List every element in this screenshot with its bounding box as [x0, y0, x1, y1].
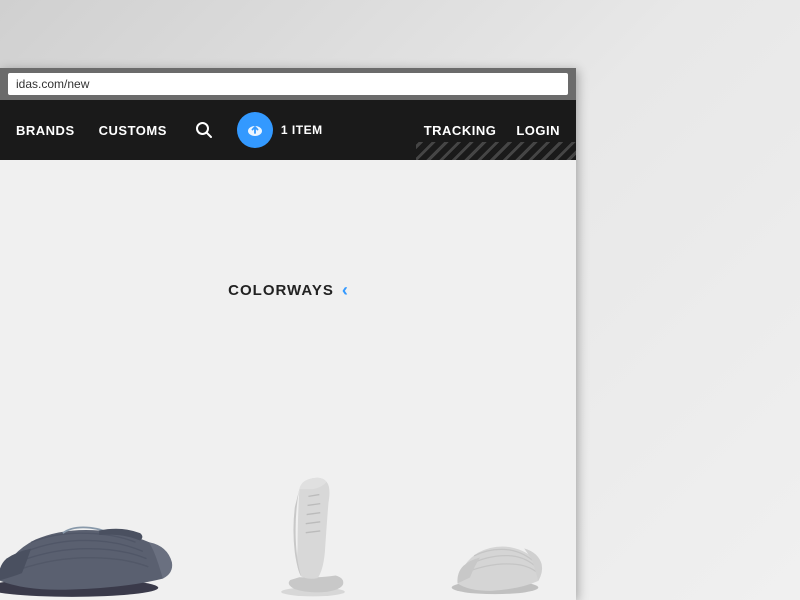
- colorways-label: COLORWAYS: [228, 282, 334, 299]
- shoe-item-right: [445, 500, 545, 600]
- cart-button[interactable]: 1 ITEM: [237, 112, 323, 148]
- shoe-item-middle: [263, 460, 363, 600]
- shoe-item-left: [0, 470, 181, 600]
- shoes-row: [0, 440, 576, 600]
- cart-count-label: 1 ITEM: [281, 123, 323, 137]
- main-content: COLORWAYS ‹: [0, 160, 576, 600]
- colorways-chevron-icon: ‹: [342, 280, 348, 301]
- nav-right-links: TRACKING LOGIN: [424, 123, 560, 138]
- browser-toolbar: [0, 68, 576, 100]
- search-button[interactable]: [195, 121, 213, 139]
- nav-bar: BRANDS CUSTOMS 1 ITEM TRACKING LOGIN: [0, 100, 576, 160]
- address-bar[interactable]: [8, 73, 568, 95]
- tracking-nav-link[interactable]: TRACKING: [424, 123, 497, 138]
- browser-window: BRANDS CUSTOMS 1 ITEM TRACKING LOGIN: [0, 68, 576, 600]
- stripe-decoration: [416, 142, 576, 160]
- customs-nav-link[interactable]: CUSTOMS: [99, 123, 167, 138]
- login-nav-link[interactable]: LOGIN: [516, 123, 560, 138]
- colorways-section[interactable]: COLORWAYS ‹: [228, 280, 348, 301]
- brands-nav-link[interactable]: BRANDS: [16, 123, 75, 138]
- cart-icon: [237, 112, 273, 148]
